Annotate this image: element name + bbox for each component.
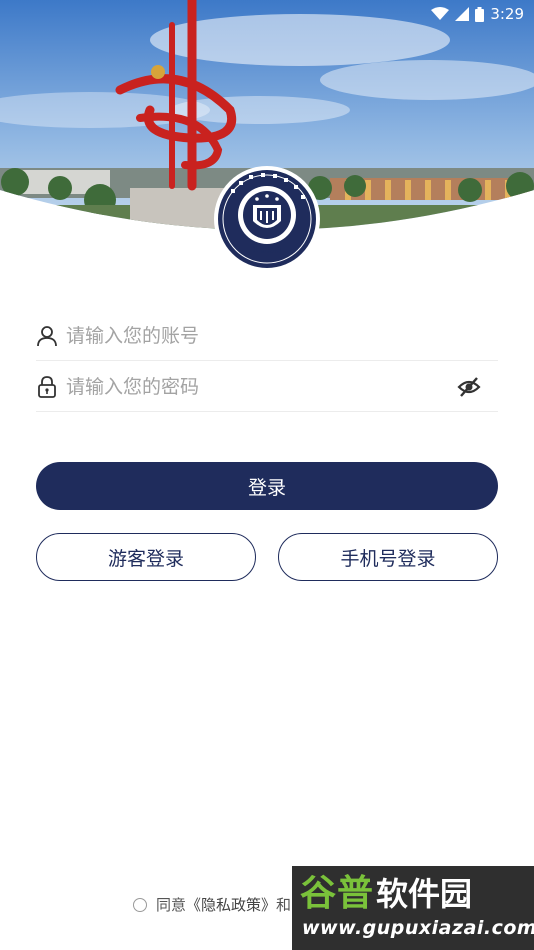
status-time: 3:29 — [490, 5, 524, 23]
account-input[interactable] — [66, 324, 498, 347]
privacy-agreement: 同意 《隐私政策》 和 — [133, 894, 291, 915]
site-watermark: 谷普 软件园 www.gupuxiazai.com — [292, 866, 534, 950]
status-bar: 3:29 — [0, 0, 534, 28]
agreement-prefix: 同意 — [156, 896, 187, 914]
signal-icon — [455, 7, 470, 21]
password-field[interactable] — [36, 362, 498, 412]
phone-login-button[interactable]: 手机号登录 — [278, 533, 498, 581]
eye-off-icon[interactable] — [456, 374, 482, 400]
emblem-year: 1958 — [252, 245, 282, 256]
agreement-connector: 和 — [276, 896, 292, 914]
user-icon — [36, 325, 58, 347]
password-input[interactable] — [66, 375, 456, 398]
battery-icon — [475, 6, 485, 22]
guest-login-button[interactable]: 游客登录 — [36, 533, 256, 581]
school-emblem: 1958 — [213, 165, 321, 273]
agreement-radio[interactable] — [133, 897, 147, 912]
watermark-name-green: 谷普 — [300, 873, 375, 914]
privacy-policy-link[interactable]: 《隐私政策》 — [186, 894, 276, 915]
watermark-url: www.gupuxiazai.com — [302, 917, 534, 939]
account-field[interactable] — [36, 311, 498, 361]
emblem-logo — [214, 166, 320, 272]
login-button[interactable]: 登录 — [36, 462, 498, 510]
watermark-name-white: 软件园 — [376, 875, 473, 913]
wifi-icon — [431, 7, 450, 21]
lock-icon — [36, 375, 58, 398]
